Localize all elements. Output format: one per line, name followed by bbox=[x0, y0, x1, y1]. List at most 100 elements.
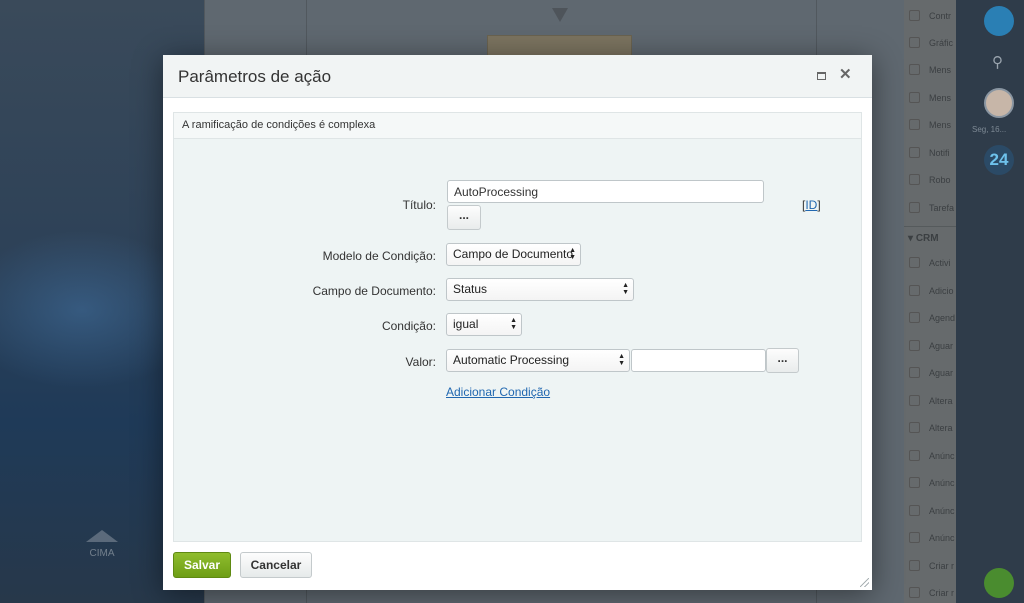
activity-item[interactable]: Mens bbox=[904, 56, 956, 83]
id-link[interactable]: ID bbox=[805, 198, 817, 212]
document-field-select[interactable]: Status ▲ ▼ bbox=[446, 278, 634, 301]
activity-item[interactable]: Anúnc bbox=[904, 442, 956, 469]
value-select[interactable]: Automatic Processing ▲ ▼ bbox=[446, 349, 630, 372]
arrow-up-icon bbox=[86, 530, 118, 542]
activity-icon bbox=[909, 37, 920, 48]
save-button[interactable]: Salvar bbox=[173, 552, 231, 578]
activity-icon bbox=[909, 560, 920, 571]
activity-item[interactable]: Tarefa bbox=[904, 194, 956, 221]
activity-item[interactable]: Criar r bbox=[904, 552, 956, 579]
activity-label: Notifi bbox=[929, 148, 950, 158]
activity-item[interactable]: Criar r bbox=[904, 579, 956, 603]
activity-label: Aguar bbox=[929, 341, 954, 351]
activity-item[interactable]: Altera bbox=[904, 387, 956, 414]
close-icon[interactable]: ✕ bbox=[839, 67, 852, 83]
value-label: Valor: bbox=[405, 355, 436, 369]
id-bracket-close: ] bbox=[817, 198, 821, 212]
activity-item[interactable]: Agend bbox=[904, 304, 956, 331]
activity-item[interactable]: Altera bbox=[904, 414, 956, 441]
activity-icon bbox=[909, 119, 920, 130]
value-input[interactable] bbox=[631, 349, 766, 372]
activity-icon bbox=[909, 532, 920, 543]
select-arrows-icon: ▲ ▼ bbox=[618, 353, 625, 367]
activity-icon bbox=[909, 312, 920, 323]
avatar[interactable] bbox=[984, 88, 1014, 118]
title-dots-button[interactable]: ... bbox=[447, 205, 481, 230]
scroll-up-label: CIMA bbox=[89, 548, 115, 559]
cancel-button[interactable]: Cancelar bbox=[240, 552, 312, 578]
activity-item[interactable]: Aguar bbox=[904, 332, 956, 359]
activity-label: Altera bbox=[929, 423, 953, 433]
activity-label: Anúnc bbox=[929, 533, 955, 543]
bitrix24-icon[interactable]: 24 bbox=[984, 145, 1014, 175]
activity-label: Mens bbox=[929, 120, 952, 130]
title-input[interactable] bbox=[447, 180, 764, 203]
activity-label: Altera bbox=[929, 396, 953, 406]
activity-icon bbox=[909, 147, 920, 158]
panel-caption: A ramificação de condições é complexa bbox=[174, 113, 861, 139]
dialog-header: Parâmetros de ação ✕ bbox=[163, 55, 872, 98]
condition-model-select[interactable]: Campo de Documento ▲ ▼ bbox=[446, 243, 581, 266]
phone-icon[interactable] bbox=[984, 568, 1014, 598]
document-field-label: Campo de Documento: bbox=[312, 284, 436, 298]
right-toolbar: ⚲ Seg, 16... 24 bbox=[956, 0, 1024, 603]
add-condition-link[interactable]: Adicionar Condição bbox=[446, 385, 550, 399]
crm-section-text: CRM bbox=[915, 233, 939, 244]
crm-section-label[interactable]: ▾ CRM bbox=[908, 233, 939, 244]
activity-icon bbox=[909, 257, 920, 268]
activity-item[interactable]: Anúnc bbox=[904, 497, 956, 524]
activity-item[interactable]: Robo bbox=[904, 166, 956, 193]
activity-label: Anúnc bbox=[929, 478, 955, 488]
document-field-value: Status bbox=[453, 282, 488, 296]
activity-item[interactable]: Aguar bbox=[904, 359, 956, 386]
condition-model-value: Campo de Documento bbox=[453, 247, 574, 261]
activity-label: Anúnc bbox=[929, 506, 955, 516]
condition-model-label: Modelo de Condição: bbox=[322, 249, 436, 263]
maximize-icon[interactable] bbox=[817, 72, 826, 80]
condition-label: Condição: bbox=[381, 319, 436, 333]
activity-item[interactable]: Anúnc bbox=[904, 469, 956, 496]
activity-item[interactable]: Contr bbox=[904, 2, 956, 29]
activity-icon bbox=[909, 395, 920, 406]
activity-icon bbox=[909, 202, 920, 213]
action-parameters-dialog: Parâmetros de ação ✕ A ramificação de co… bbox=[163, 55, 872, 590]
scroll-up-button[interactable]: CIMA bbox=[80, 530, 124, 559]
activity-item[interactable]: Activi bbox=[904, 249, 956, 276]
activity-icon bbox=[909, 587, 920, 598]
activity-item[interactable]: Anúnc bbox=[904, 524, 956, 551]
activity-item[interactable]: Adicio bbox=[904, 277, 956, 304]
activity-icon bbox=[909, 477, 920, 488]
condition-value: igual bbox=[453, 317, 479, 331]
resize-handle[interactable] bbox=[860, 578, 869, 587]
activity-item[interactable]: Notifi bbox=[904, 139, 956, 166]
activity-label: Adicio bbox=[929, 286, 954, 296]
activity-label: Mens bbox=[929, 93, 952, 103]
activity-icon bbox=[909, 450, 920, 461]
activity-item[interactable]: Gráfic bbox=[904, 29, 956, 56]
activity-item[interactable]: Mens bbox=[904, 111, 956, 138]
workflow-block bbox=[487, 35, 632, 57]
value-select-value: Automatic Processing bbox=[453, 353, 570, 367]
activity-item[interactable]: Mens bbox=[904, 84, 956, 111]
activity-label: Criar r bbox=[929, 561, 954, 571]
activity-icon bbox=[909, 422, 920, 433]
activity-icon bbox=[909, 505, 920, 516]
activity-icon bbox=[909, 367, 920, 378]
activity-label: Criar r bbox=[929, 588, 954, 598]
condition-select[interactable]: igual ▲ ▼ bbox=[446, 313, 522, 336]
bell-icon[interactable] bbox=[984, 6, 1014, 36]
select-arrows-icon: ▲ ▼ bbox=[622, 282, 629, 296]
search-icon[interactable]: ⚲ bbox=[984, 47, 1014, 77]
activity-label: Tarefa bbox=[929, 203, 955, 213]
activity-label: Agend bbox=[929, 313, 956, 323]
activity-label: Anúnc bbox=[929, 451, 955, 461]
activity-label: Robo bbox=[929, 175, 951, 185]
activity-icon bbox=[909, 64, 920, 75]
condition-panel: A ramificação de condições é complexa Tí… bbox=[173, 112, 862, 542]
select-arrows-icon: ▲ ▼ bbox=[569, 247, 576, 261]
title-label: Título: bbox=[402, 198, 436, 212]
value-dots-button[interactable]: ... bbox=[766, 348, 799, 373]
activity-label: Contr bbox=[929, 11, 952, 21]
date-label: Seg, 16... bbox=[972, 125, 1007, 134]
activity-icon bbox=[909, 174, 920, 185]
